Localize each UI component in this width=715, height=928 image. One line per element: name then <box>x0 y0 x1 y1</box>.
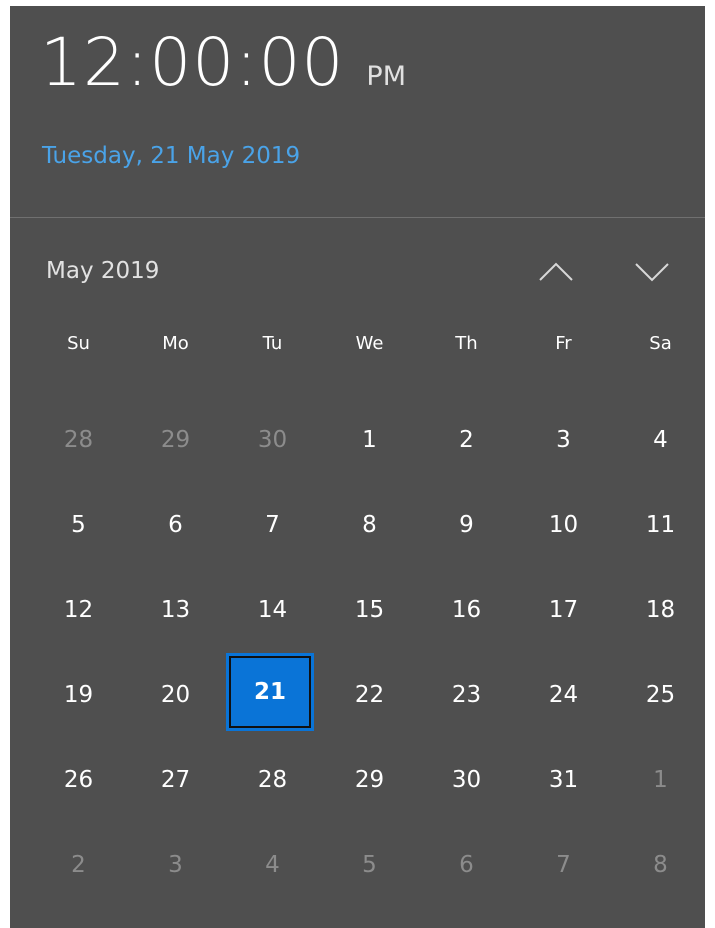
month-year-header[interactable]: May 2019 <box>46 258 159 284</box>
day-cell[interactable]: 26 <box>30 738 127 823</box>
day-cell[interactable]: 20 <box>127 653 224 738</box>
next-month-button[interactable] <box>630 254 674 290</box>
day-cell[interactable]: 18 <box>612 568 709 653</box>
day-cell[interactable]: 31 <box>515 738 612 823</box>
weekday-label: Mo <box>162 333 189 354</box>
clock-time: 12:00:00 <box>40 24 345 101</box>
calendar-week-row: 5 6 7 8 9 10 11 <box>30 483 710 568</box>
day-cell[interactable]: 30 <box>224 398 321 483</box>
day-cell[interactable]: 9 <box>418 483 515 568</box>
weekday-label: Fr <box>555 333 572 354</box>
day-cell[interactable]: 8 <box>612 823 709 908</box>
day-cell[interactable]: 2 <box>30 823 127 908</box>
day-cell[interactable]: 6 <box>127 483 224 568</box>
weekday-header-row: Su Mo Tu We Th Fr Sa <box>30 324 710 364</box>
day-cell[interactable]: 4 <box>612 398 709 483</box>
day-cell[interactable]: 6 <box>418 823 515 908</box>
calendar-week-row: 28 29 30 1 2 3 4 <box>30 398 710 483</box>
day-cell[interactable]: 5 <box>30 483 127 568</box>
weekday-label: Tu <box>262 333 283 354</box>
calendar-weeks: 28 29 30 1 2 3 4 5 6 7 8 9 10 11 12 13 14 15 16 17 18 19 20 21 2… <box>30 398 710 908</box>
day-cell[interactable]: 3 <box>127 823 224 908</box>
day-cell[interactable]: 24 <box>515 653 612 738</box>
day-cell[interactable]: 30 <box>418 738 515 823</box>
day-cell[interactable]: 19 <box>30 653 127 738</box>
day-cell[interactable]: 17 <box>515 568 612 653</box>
day-cell[interactable]: 1 <box>612 738 709 823</box>
day-cell[interactable]: 7 <box>515 823 612 908</box>
day-cell[interactable]: 28 <box>30 398 127 483</box>
day-cell[interactable]: 12 <box>30 568 127 653</box>
current-date-link[interactable]: Tuesday, 21 May 2019 <box>42 143 300 169</box>
day-cell[interactable]: 5 <box>321 823 418 908</box>
day-cell[interactable]: 11 <box>612 483 709 568</box>
weekday-label: We <box>355 333 384 354</box>
day-cell[interactable]: 13 <box>127 568 224 653</box>
day-number: 21 <box>253 679 286 705</box>
divider <box>10 217 705 218</box>
chevron-down-icon <box>635 263 669 282</box>
day-cell[interactable]: 8 <box>321 483 418 568</box>
weekday-label: Sa <box>649 333 672 354</box>
day-cell[interactable]: 2 <box>418 398 515 483</box>
day-cell[interactable]: 4 <box>224 823 321 908</box>
previous-month-button[interactable] <box>534 254 578 290</box>
day-cell[interactable]: 14 <box>224 568 321 653</box>
day-cell[interactable]: 15 <box>321 568 418 653</box>
calendar-week-row: 2345678 <box>30 823 710 908</box>
day-cell[interactable]: 29 <box>127 398 224 483</box>
day-cell[interactable]: 29 <box>321 738 418 823</box>
day-cell[interactable]: 3 <box>515 398 612 483</box>
selected-day-cell[interactable]: 21 <box>224 653 321 738</box>
day-cell[interactable]: 25 <box>612 653 709 738</box>
day-cell[interactable]: 7 <box>224 483 321 568</box>
clock-display: 12:00:00 PM <box>40 30 406 96</box>
clock-ampm: PM <box>366 61 406 92</box>
day-cell[interactable]: 28 <box>224 738 321 823</box>
calendar-grid: Su Mo Tu We Th Fr Sa 28 29 30 1 2 3 4 5 6 7 8 9 10 11 12 13 14… <box>30 324 710 908</box>
weekday-label: Th <box>455 333 478 354</box>
calendar-week-row: 19 20 21 22 23 24 25 <box>30 653 710 738</box>
calendar-week-row: 26 27 28 29 30 31 1 <box>30 738 710 823</box>
day-cell[interactable]: 22 <box>321 653 418 738</box>
day-cell[interactable]: 23 <box>418 653 515 738</box>
chevron-up-icon <box>539 262 573 281</box>
day-cell[interactable]: 10 <box>515 483 612 568</box>
calendar-flyout: 12:00:00 PM Tuesday, 21 May 2019 May 201… <box>10 6 705 928</box>
day-cell[interactable]: 1 <box>321 398 418 483</box>
weekday-label: Su <box>67 333 90 354</box>
calendar-week-row: 12 13 14 15 16 17 18 <box>30 568 710 653</box>
day-cell[interactable]: 27 <box>127 738 224 823</box>
day-cell[interactable]: 16 <box>418 568 515 653</box>
